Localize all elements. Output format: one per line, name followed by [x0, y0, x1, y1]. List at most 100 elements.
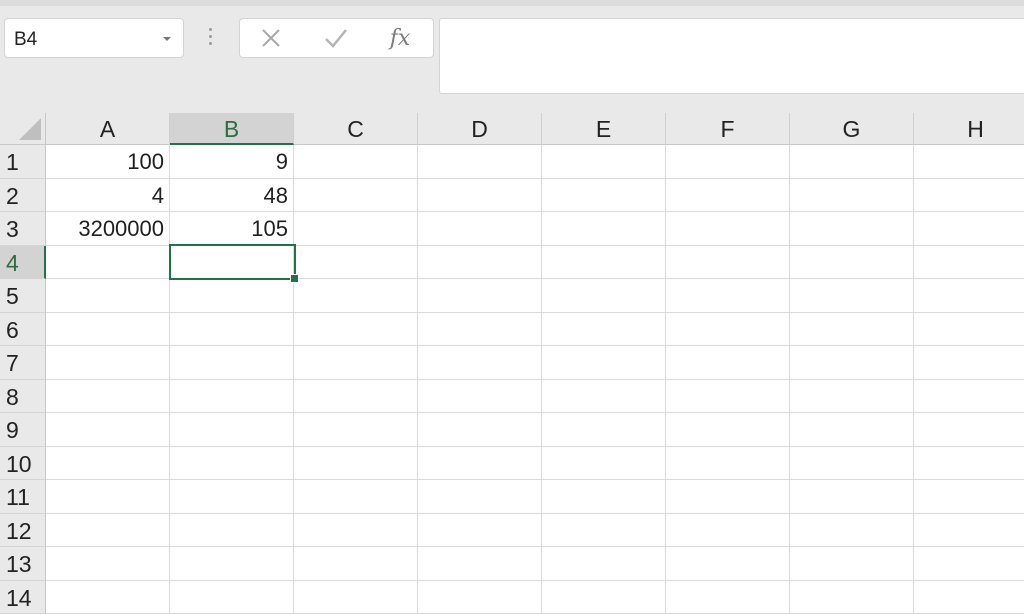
row-header-13[interactable]: 13 — [0, 547, 46, 581]
cell-h1[interactable] — [914, 145, 1024, 179]
cell-e4[interactable] — [542, 245, 666, 279]
cell-e11[interactable] — [542, 480, 666, 514]
column-header-e[interactable]: E — [542, 113, 666, 145]
cell-e8[interactable] — [542, 379, 666, 413]
cell-c5[interactable] — [294, 279, 418, 313]
row-header-4[interactable]: 4 — [0, 245, 46, 279]
cell-e13[interactable] — [542, 547, 666, 581]
cell-d10[interactable] — [418, 446, 542, 480]
cell-a2[interactable]: 4 — [46, 178, 170, 212]
column-header-d[interactable]: D — [418, 113, 542, 145]
cell-g4[interactable] — [790, 245, 914, 279]
fill-handle[interactable] — [290, 274, 299, 283]
insert-function-button[interactable]: fx — [385, 25, 415, 51]
cell-e10[interactable] — [542, 446, 666, 480]
cell-d8[interactable] — [418, 379, 542, 413]
cell-h11[interactable] — [914, 480, 1024, 514]
cell-a1[interactable]: 100 — [46, 145, 170, 179]
cell-c10[interactable] — [294, 446, 418, 480]
cell-b13[interactable] — [170, 547, 294, 581]
cell-e5[interactable] — [542, 279, 666, 313]
cell-f4[interactable] — [666, 245, 790, 279]
column-header-h[interactable]: H — [914, 113, 1024, 145]
cell-c8[interactable] — [294, 379, 418, 413]
cell-c9[interactable] — [294, 413, 418, 447]
cell-a13[interactable] — [46, 547, 170, 581]
cancel-button[interactable] — [256, 25, 286, 51]
cell-f8[interactable] — [666, 379, 790, 413]
cell-d1[interactable] — [418, 145, 542, 179]
cell-d13[interactable] — [418, 547, 542, 581]
cell-f3[interactable] — [666, 212, 790, 246]
cell-d6[interactable] — [418, 312, 542, 346]
row-header-3[interactable]: 3 — [0, 212, 46, 246]
cell-c2[interactable] — [294, 178, 418, 212]
cell-a8[interactable] — [46, 379, 170, 413]
row-header-8[interactable]: 8 — [0, 379, 46, 413]
cell-h7[interactable] — [914, 346, 1024, 380]
row-header-9[interactable]: 9 — [0, 413, 46, 447]
row-header-2[interactable]: 2 — [0, 178, 46, 212]
cell-h5[interactable] — [914, 279, 1024, 313]
cell-a7[interactable] — [46, 346, 170, 380]
cell-b1[interactable]: 9 — [170, 145, 294, 179]
cell-c13[interactable] — [294, 547, 418, 581]
cell-g11[interactable] — [790, 480, 914, 514]
cell-f6[interactable] — [666, 312, 790, 346]
cell-f10[interactable] — [666, 446, 790, 480]
cell-g1[interactable] — [790, 145, 914, 179]
cell-f11[interactable] — [666, 480, 790, 514]
cell-b12[interactable] — [170, 513, 294, 547]
cell-d9[interactable] — [418, 413, 542, 447]
column-header-b[interactable]: B — [170, 113, 294, 145]
cell-e3[interactable] — [542, 212, 666, 246]
cell-e9[interactable] — [542, 413, 666, 447]
cell-h12[interactable] — [914, 514, 1024, 547]
cell-g3[interactable] — [790, 212, 914, 246]
cell-e1[interactable] — [542, 145, 666, 179]
cell-f12[interactable] — [666, 513, 790, 547]
cell-b7[interactable] — [170, 346, 294, 380]
enter-button[interactable] — [321, 25, 351, 51]
cell-c3[interactable] — [294, 212, 418, 246]
cell-d11[interactable] — [418, 480, 542, 514]
cell-c12[interactable] — [294, 513, 418, 547]
cell-f13[interactable] — [666, 547, 790, 581]
row-header-1[interactable]: 1 — [0, 145, 46, 179]
cell-e7[interactable] — [542, 346, 666, 380]
drag-handle-icon[interactable] — [206, 25, 214, 51]
name-box[interactable]: B4 — [4, 18, 184, 58]
cell-d7[interactable] — [418, 346, 542, 380]
cell-h13[interactable] — [914, 547, 1024, 581]
row-header-11[interactable]: 11 — [0, 480, 46, 514]
cell-g2[interactable] — [790, 178, 914, 212]
cell-e2[interactable] — [542, 178, 666, 212]
cell-f7[interactable] — [666, 346, 790, 380]
cell-a9[interactable] — [46, 413, 170, 447]
cell-a3[interactable]: 3200000 — [46, 212, 170, 246]
name-box-value[interactable]: B4 — [14, 29, 37, 51]
cell-f5[interactable] — [666, 279, 790, 313]
cell-b3[interactable]: 105 — [170, 212, 294, 246]
column-header-c[interactable]: C — [294, 113, 418, 145]
cell-c11[interactable] — [294, 480, 418, 514]
cell-a11[interactable] — [46, 480, 170, 514]
cell-a5[interactable] — [46, 279, 170, 313]
cell-b11[interactable] — [170, 480, 294, 514]
cell-c1[interactable] — [294, 145, 418, 179]
cell-c4[interactable] — [294, 245, 418, 279]
row-header-12[interactable]: 12 — [0, 513, 46, 547]
cell-b10[interactable] — [170, 446, 294, 480]
cell-d2[interactable] — [418, 178, 542, 212]
cell-d4[interactable] — [418, 245, 542, 279]
cell-g5[interactable] — [790, 279, 914, 313]
cell-b8[interactable] — [170, 379, 294, 413]
cell-c6[interactable] — [294, 312, 418, 346]
cell-h3[interactable] — [914, 212, 1024, 246]
cell-c7[interactable] — [294, 346, 418, 380]
cell-f2[interactable] — [666, 178, 790, 212]
cell-h6[interactable] — [914, 313, 1024, 346]
cell-d5[interactable] — [418, 279, 542, 313]
active-cell-border[interactable] — [169, 244, 296, 280]
cell-g6[interactable] — [790, 312, 914, 346]
